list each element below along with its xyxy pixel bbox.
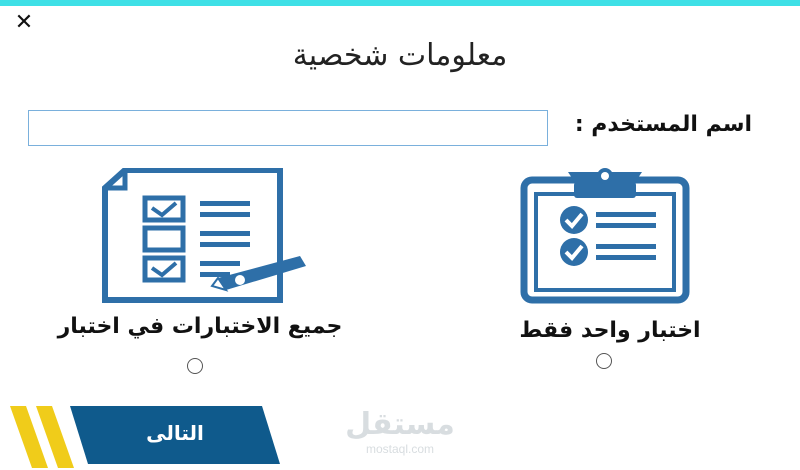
next-button-label: التالى <box>146 421 204 445</box>
radio-all-tests[interactable] <box>187 358 203 374</box>
radio-one-test[interactable] <box>596 353 612 369</box>
option-label-all-tests: جميع الاختبارات في اختبار <box>57 314 343 339</box>
option-label-one-test: اختبار واحد فقط <box>519 318 701 343</box>
watermark: مستقل mostaql.com <box>340 408 460 466</box>
window-top-strip <box>0 0 800 6</box>
watermark-logo: مستقل <box>345 407 455 442</box>
username-input[interactable] <box>28 110 548 146</box>
next-button[interactable]: التالى <box>70 404 280 466</box>
clipboard-checklist-icon[interactable] <box>518 168 693 304</box>
window-title: معلومات شخصية <box>292 38 508 73</box>
document-checklist-icon[interactable] <box>100 167 315 304</box>
watermark-url: mostaql.com <box>365 442 435 456</box>
close-icon: ✕ <box>14 10 34 35</box>
close-button[interactable]: ✕ <box>12 12 36 34</box>
username-label: اسم المستخدم : <box>574 112 752 137</box>
